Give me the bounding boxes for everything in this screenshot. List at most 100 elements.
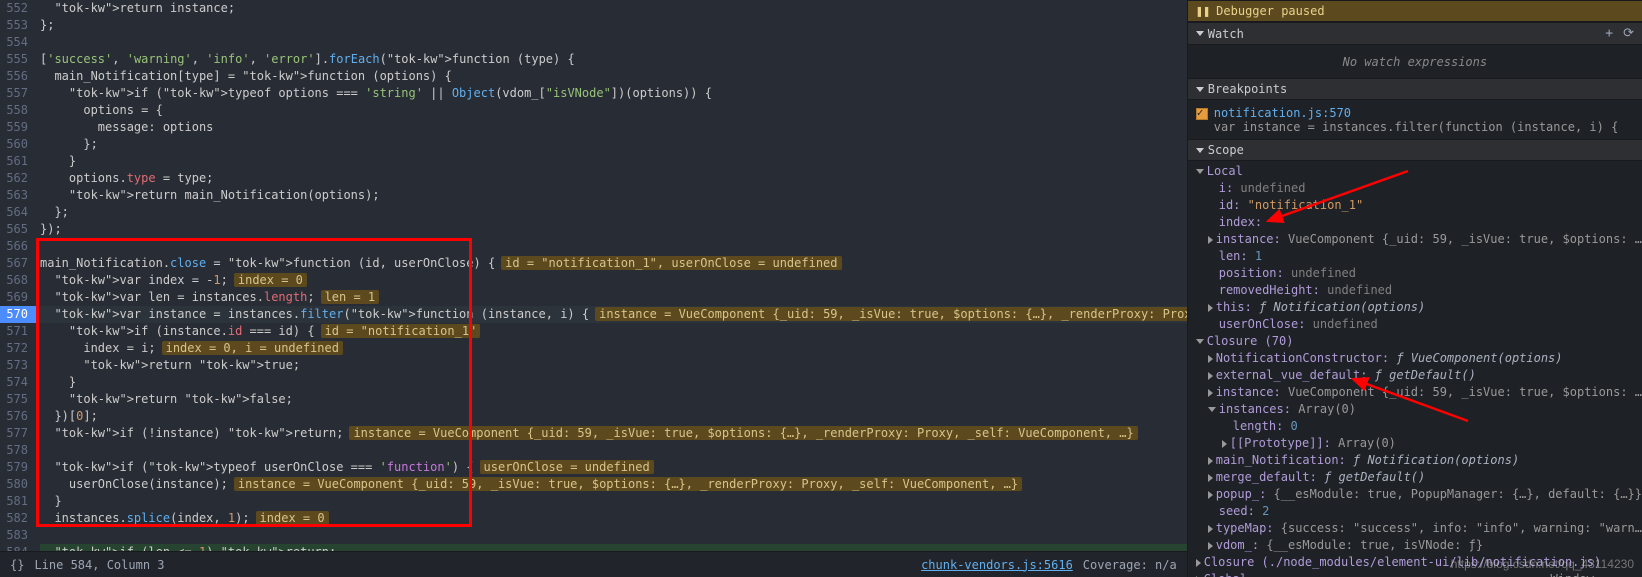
- line-number[interactable]: 557: [0, 85, 28, 102]
- code-line[interactable]: }: [40, 493, 1187, 510]
- scope-var-NotificationConstructor[interactable]: NotificationConstructor: ƒ VueComponent(…: [1188, 350, 1642, 367]
- line-number[interactable]: 580: [0, 476, 28, 493]
- line-number[interactable]: 554: [0, 34, 28, 51]
- scope-var-prototype[interactable]: [[Prototype]]: Array(0): [1188, 435, 1642, 452]
- line-number[interactable]: 570: [0, 306, 36, 323]
- line-number[interactable]: 571: [0, 323, 28, 340]
- line-number[interactable]: 572: [0, 340, 28, 357]
- line-number[interactable]: 567: [0, 255, 28, 272]
- code-line[interactable]: message: options: [40, 119, 1187, 136]
- code-line[interactable]: "tok-kw">if (instance.id === id) {id = "…: [40, 323, 1187, 340]
- line-number[interactable]: 565: [0, 221, 28, 238]
- breakpoint-checkbox[interactable]: [1196, 108, 1208, 120]
- line-number[interactable]: 573: [0, 357, 28, 374]
- code-line[interactable]: };: [40, 17, 1187, 34]
- code-line[interactable]: "tok-kw">var len = instances.length;len …: [40, 289, 1187, 306]
- code-line[interactable]: instances.splice(index, 1);index = 0: [40, 510, 1187, 527]
- scope-var-popup[interactable]: popup_: {__esModule: true, PopupManager:…: [1188, 486, 1642, 503]
- line-gutter[interactable]: 5525535545555565575585595605615625635645…: [0, 0, 36, 551]
- line-number[interactable]: 576: [0, 408, 28, 425]
- scope-var-i[interactable]: i: undefined: [1188, 180, 1642, 197]
- breakpoint-location[interactable]: notification.js:570: [1214, 106, 1351, 120]
- code-line[interactable]: "tok-kw">return instance;: [40, 0, 1187, 17]
- code-line[interactable]: [40, 34, 1187, 51]
- code-line[interactable]: }: [40, 153, 1187, 170]
- refresh-watch-icon[interactable]: ⟳: [1623, 26, 1634, 41]
- line-number[interactable]: 562: [0, 170, 28, 187]
- scope-var-id[interactable]: id: "notification_1": [1188, 197, 1642, 214]
- line-number[interactable]: 577: [0, 425, 28, 442]
- scope-var-typeMap[interactable]: typeMap: {success: "success", info: "inf…: [1188, 520, 1642, 537]
- scope-var-instance[interactable]: instance: VueComponent {_uid: 59, _isVue…: [1188, 231, 1642, 248]
- scope-local[interactable]: Local: [1188, 163, 1642, 180]
- line-number[interactable]: 574: [0, 374, 28, 391]
- code-line[interactable]: "tok-kw">if ("tok-kw">typeof userOnClose…: [40, 459, 1187, 476]
- line-number[interactable]: 582: [0, 510, 28, 527]
- brackets-icon[interactable]: {}: [10, 558, 24, 572]
- line-number[interactable]: 560: [0, 136, 28, 153]
- code-line[interactable]: })[0];: [40, 408, 1187, 425]
- scope-var-instance2[interactable]: instance: VueComponent {_uid: 59, _isVue…: [1188, 384, 1642, 401]
- breakpoint-item[interactable]: notification.js:570 var instance = insta…: [1188, 104, 1642, 136]
- code-line[interactable]: };: [40, 136, 1187, 153]
- code-line[interactable]: options.type = type;: [40, 170, 1187, 187]
- scope-var-merge-default[interactable]: merge_default: ƒ getDefault(): [1188, 469, 1642, 486]
- code-line[interactable]: userOnClose(instance);instance = VueComp…: [40, 476, 1187, 493]
- scope-var-len[interactable]: len: 1: [1188, 248, 1642, 265]
- code-line[interactable]: ['success', 'warning', 'info', 'error'].…: [40, 51, 1187, 68]
- code-area[interactable]: 5525535545555565575585595605615625635645…: [0, 0, 1187, 551]
- line-number[interactable]: 569: [0, 289, 28, 306]
- scope-var-position[interactable]: position: undefined: [1188, 265, 1642, 282]
- code-line[interactable]: "tok-kw">return main_Notification(option…: [40, 187, 1187, 204]
- code-line[interactable]: "tok-kw">var instance = instances.filter…: [40, 306, 1187, 323]
- scope-var-index[interactable]: index:: [1188, 214, 1642, 231]
- code-line[interactable]: options = {: [40, 102, 1187, 119]
- code-line[interactable]: "tok-kw">if (len <= 1) "tok-kw">return;: [40, 544, 1187, 551]
- line-number[interactable]: 564: [0, 204, 28, 221]
- code-line[interactable]: "tok-kw">return "tok-kw">false;: [40, 391, 1187, 408]
- code-line[interactable]: main_Notification.close = "tok-kw">funct…: [40, 255, 1187, 272]
- code-line[interactable]: [40, 238, 1187, 255]
- line-number[interactable]: 579: [0, 459, 28, 476]
- code-line[interactable]: "tok-kw">if ("tok-kw">typeof options ===…: [40, 85, 1187, 102]
- scope-var-instances[interactable]: instances: Array(0): [1188, 401, 1642, 418]
- scope-closure-70[interactable]: Closure (70): [1188, 333, 1642, 350]
- scope-body[interactable]: Local i: undefined id: "notification_1" …: [1188, 161, 1642, 577]
- code-line[interactable]: "tok-kw">if (!instance) "tok-kw">return;…: [40, 425, 1187, 442]
- line-number[interactable]: 558: [0, 102, 28, 119]
- line-number[interactable]: 553: [0, 17, 28, 34]
- code-line[interactable]: index = i;index = 0, i = undefined: [40, 340, 1187, 357]
- line-number[interactable]: 575: [0, 391, 28, 408]
- add-watch-icon[interactable]: +: [1605, 26, 1613, 41]
- file-link[interactable]: chunk-vendors.js:5616: [921, 558, 1073, 572]
- watch-header[interactable]: Watch + ⟳: [1188, 22, 1642, 45]
- code-content[interactable]: "tok-kw">return instance;}; ['success', '…: [36, 0, 1187, 551]
- code-line[interactable]: });: [40, 221, 1187, 238]
- line-number[interactable]: 561: [0, 153, 28, 170]
- code-line[interactable]: [40, 527, 1187, 544]
- line-number[interactable]: 578: [0, 442, 28, 459]
- scope-var-removedHeight[interactable]: removedHeight: undefined: [1188, 282, 1642, 299]
- code-line[interactable]: [40, 442, 1187, 459]
- scope-var-userOnClose[interactable]: userOnClose: undefined: [1188, 316, 1642, 333]
- line-number[interactable]: 583: [0, 527, 28, 544]
- code-line[interactable]: }: [40, 374, 1187, 391]
- code-line[interactable]: "tok-kw">return "tok-kw">true;: [40, 357, 1187, 374]
- line-number[interactable]: 584: [0, 544, 28, 551]
- line-number[interactable]: 556: [0, 68, 28, 85]
- code-line[interactable]: main_Notification[type] = "tok-kw">funct…: [40, 68, 1187, 85]
- line-number[interactable]: 581: [0, 493, 28, 510]
- line-number[interactable]: 568: [0, 272, 28, 289]
- line-number[interactable]: 563: [0, 187, 28, 204]
- scope-var-external-vue[interactable]: external_vue_default: ƒ getDefault(): [1188, 367, 1642, 384]
- scope-var-vdom[interactable]: vdom_: {__esModule: true, isVNode: ƒ}: [1188, 537, 1642, 554]
- line-number[interactable]: 555: [0, 51, 28, 68]
- code-line[interactable]: "tok-kw">var index = -1;index = 0: [40, 272, 1187, 289]
- scope-header[interactable]: Scope: [1188, 139, 1642, 161]
- code-line[interactable]: };: [40, 204, 1187, 221]
- line-number[interactable]: 559: [0, 119, 28, 136]
- scope-var-seed[interactable]: seed: 2: [1188, 503, 1642, 520]
- breakpoints-header[interactable]: Breakpoints: [1188, 78, 1642, 100]
- scope-var-main-notification[interactable]: main_Notification: ƒ Notification(option…: [1188, 452, 1642, 469]
- scope-global[interactable]: Global Window: [1188, 571, 1642, 577]
